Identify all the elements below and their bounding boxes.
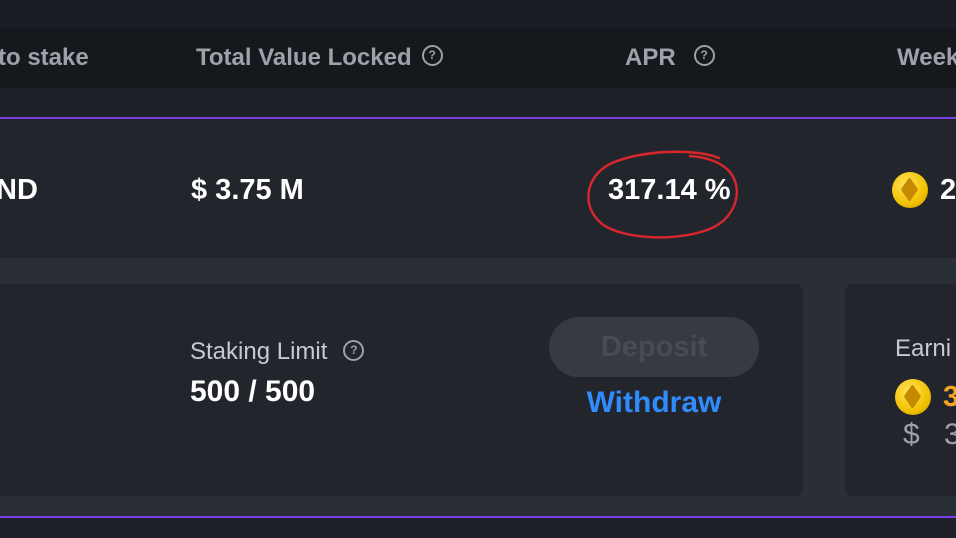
header-tvl-label: Total Value Locked	[196, 44, 412, 71]
pool-token-name: ND	[0, 160, 38, 220]
pool-apr: 317.14 %	[608, 160, 731, 220]
earnings-usd-row: $ 3	[903, 418, 956, 452]
help-icon[interactable]: ?	[421, 44, 443, 66]
pool-tvl: $ 3.75 M	[191, 160, 304, 220]
withdraw-link[interactable]: Withdraw	[549, 386, 759, 430]
gold-coin-icon	[892, 172, 928, 208]
pool-weekly: 2	[892, 160, 956, 220]
top-strip	[0, 0, 956, 28]
header-to-stake: to stake	[0, 28, 89, 88]
earnings-token-value: 3	[943, 380, 956, 413]
earnings-usd-value: 3	[944, 418, 956, 451]
earnings-usd-prefix: $	[903, 418, 920, 451]
header-apr-label: APR	[625, 44, 676, 71]
header-tvl: Total Value Locked ?	[196, 28, 443, 88]
pool-tvl-value: $ 3.75 M	[191, 173, 304, 206]
deposit-button[interactable]: Deposit	[549, 317, 759, 377]
help-icon[interactable]: ?	[693, 44, 715, 66]
gold-coin-icon	[895, 379, 931, 415]
earnings-label: Earni	[895, 335, 952, 362]
staking-limit-label: Staking Limit ?	[190, 336, 365, 368]
header-gap	[0, 88, 956, 117]
pool-token-label: ND	[0, 173, 38, 206]
earnings-token-row: 3	[895, 378, 956, 416]
bottom-strip	[0, 518, 956, 538]
table-header	[0, 28, 956, 88]
staking-limit-value: 500 / 500	[190, 375, 316, 408]
pool-weekly-value: 2	[940, 173, 956, 206]
pool-row[interactable]	[0, 119, 956, 258]
staking-limit-text: Staking Limit	[190, 338, 328, 365]
pool-apr-value: 317.14 %	[608, 173, 731, 206]
help-icon[interactable]: ?	[343, 339, 365, 361]
header-to-stake-label: to stake	[0, 44, 89, 71]
header-weekly-label: Week	[897, 44, 956, 71]
header-apr: APR ?	[625, 28, 715, 88]
header-weekly: Week	[897, 28, 956, 88]
